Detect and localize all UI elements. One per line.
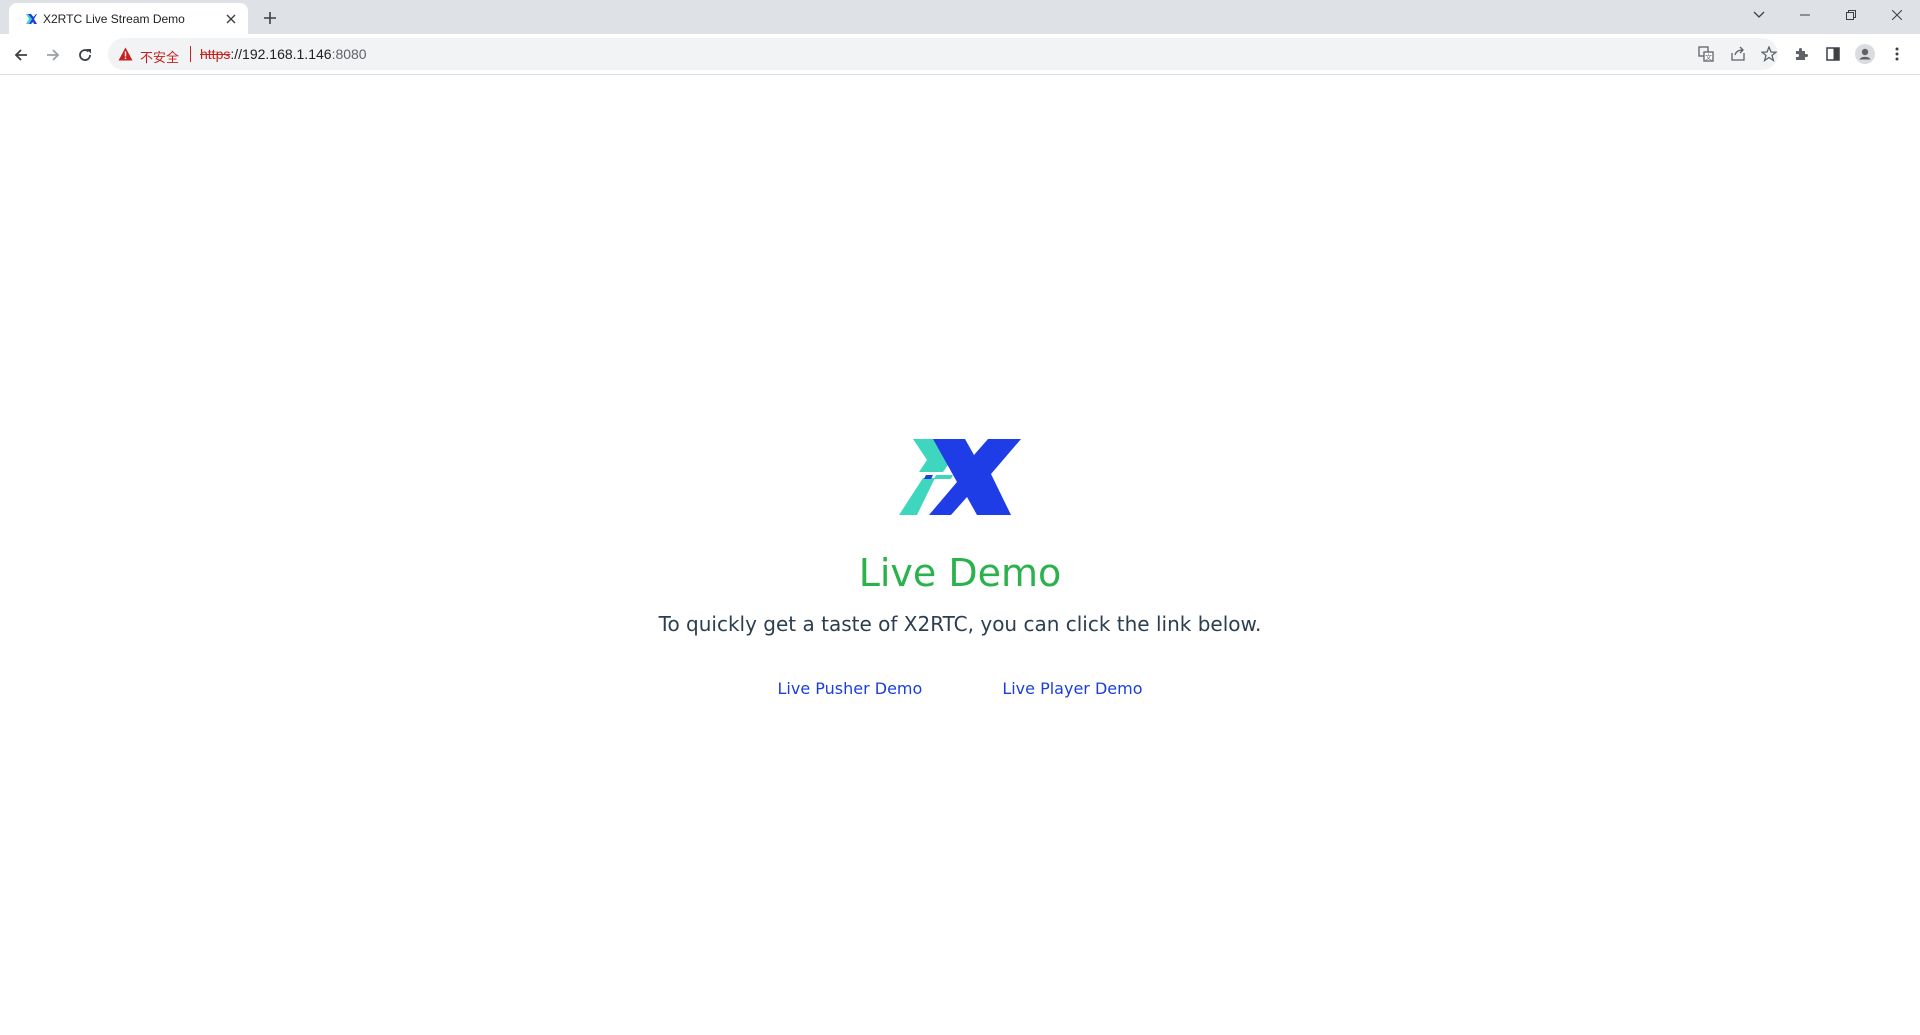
restore-icon <box>1846 10 1856 20</box>
address-bar[interactable]: 不安全 https://192.168.1.146:8080 文 <box>108 38 1778 70</box>
browser-menu-button[interactable] <box>1885 42 1909 66</box>
restore-button[interactable] <box>1828 0 1874 30</box>
back-arrow-icon <box>14 49 27 61</box>
minimize-button[interactable] <box>1782 0 1828 30</box>
url-scheme: https <box>200 46 231 62</box>
live-pusher-demo-link[interactable]: Live Pusher Demo <box>778 679 923 698</box>
translate-icon: 文 <box>1698 46 1714 62</box>
x2rtc-logo <box>899 439 1021 515</box>
page-subtitle: To quickly get a taste of X2RTC, you can… <box>658 612 1262 636</box>
svg-text:文: 文 <box>1705 53 1712 62</box>
tab-search-button[interactable] <box>1736 0 1782 30</box>
warning-icon[interactable] <box>118 47 133 61</box>
profile-button[interactable] <box>1853 42 1877 66</box>
url-text[interactable]: https://192.168.1.146:8080 <box>200 46 367 62</box>
close-icon <box>1892 10 1902 20</box>
browser-title-bar: X2RTC Live Stream Demo <box>0 0 1920 34</box>
extensions-button[interactable] <box>1789 42 1813 66</box>
security-status-label[interactable]: 不安全 <box>140 47 179 66</box>
side-panel-icon <box>1826 47 1840 61</box>
window-close-button[interactable] <box>1874 0 1920 30</box>
minimize-icon <box>1800 14 1810 16</box>
star-icon <box>1761 46 1777 62</box>
share-icon <box>1731 46 1745 61</box>
forward-arrow-icon <box>47 49 60 61</box>
extensions-icon <box>1796 48 1808 60</box>
browser-toolbar: 不安全 https://192.168.1.146:8080 文 <box>0 34 1920 75</box>
forward-button[interactable] <box>40 42 66 68</box>
translate-button[interactable]: 文 <box>1697 45 1715 63</box>
plus-icon <box>264 12 276 24</box>
url-port: :8080 <box>331 46 367 62</box>
side-panel-button[interactable] <box>1821 42 1845 66</box>
browser-tab[interactable]: X2RTC Live Stream Demo <box>9 3 248 34</box>
reload-button[interactable] <box>72 42 98 68</box>
share-button[interactable] <box>1729 45 1747 63</box>
bookmark-button[interactable] <box>1760 45 1778 63</box>
profile-icon <box>1855 44 1875 64</box>
x2rtc-logo-icon <box>26 14 37 24</box>
reload-icon <box>79 49 91 61</box>
page-title: Live Demo <box>858 551 1062 595</box>
tab-close-icon[interactable] <box>222 10 240 28</box>
address-separator <box>190 46 191 62</box>
page-content: Live Demo To quickly get a taste of X2RT… <box>0 76 1920 1035</box>
back-button[interactable] <box>8 42 34 68</box>
new-tab-button[interactable] <box>258 6 282 30</box>
url-host: ://192.168.1.146 <box>230 46 332 62</box>
chevron-down-icon <box>1753 11 1765 18</box>
tab-title: X2RTC Live Stream Demo <box>43 12 185 26</box>
menu-icon <box>1895 47 1899 61</box>
live-player-demo-link[interactable]: Live Player Demo <box>1002 679 1142 698</box>
demo-links: Live Pusher Demo Live Player Demo <box>0 679 1920 698</box>
